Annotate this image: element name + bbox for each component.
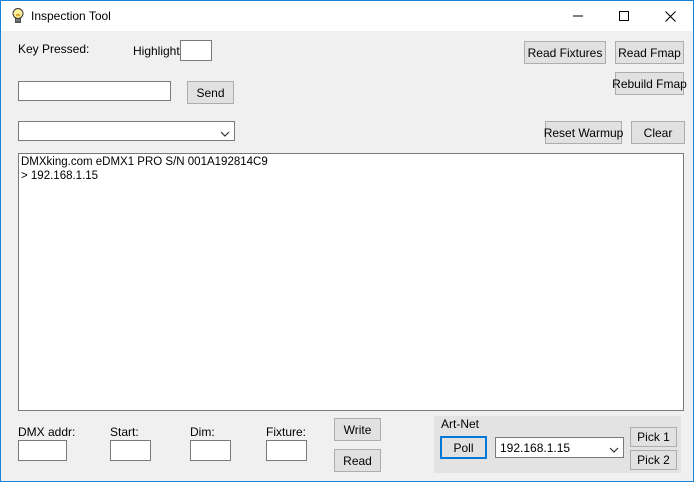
title-bar[interactable]: Inspection Tool bbox=[1, 1, 693, 31]
minimize-button[interactable] bbox=[555, 1, 601, 31]
log-line: DMXking.com eDMX1 PRO S/N 001A192814C9 bbox=[21, 156, 268, 168]
output-log[interactable]: DMXking.com eDMX1 PRO S/N 001A192814C9 >… bbox=[18, 153, 684, 411]
dim-label: Dim: bbox=[190, 425, 215, 439]
key-pressed-label: Key Pressed: bbox=[18, 42, 90, 56]
clear-button[interactable]: Clear bbox=[631, 121, 685, 144]
command-dropdown[interactable] bbox=[18, 121, 235, 141]
rebuild-fmap-button[interactable]: Rebuild Fmap bbox=[612, 72, 687, 95]
fixture-input[interactable] bbox=[266, 440, 307, 461]
highlight-input[interactable] bbox=[180, 40, 212, 61]
close-button[interactable] bbox=[647, 1, 693, 31]
read-fixtures-button[interactable]: Read Fixtures bbox=[524, 41, 606, 64]
read-fmap-button[interactable]: Read Fmap bbox=[615, 41, 684, 64]
reset-warmup-button[interactable]: Reset Warmup bbox=[544, 121, 623, 144]
highlight-label: Highlight: bbox=[133, 44, 184, 58]
poll-button[interactable]: Poll bbox=[440, 436, 487, 459]
artnet-group: Art-Net Poll 192.168.1.15 Pick 1 Pick 2 bbox=[434, 416, 681, 473]
chevron-down-icon bbox=[220, 127, 230, 141]
send-button[interactable]: Send bbox=[187, 81, 234, 104]
start-input[interactable] bbox=[110, 440, 151, 461]
dmx-addr-input[interactable] bbox=[18, 440, 67, 461]
artnet-group-label: Art-Net bbox=[441, 417, 480, 431]
pick-2-button[interactable]: Pick 2 bbox=[630, 450, 677, 470]
start-label: Start: bbox=[110, 425, 139, 439]
lightbulb-icon bbox=[10, 7, 26, 25]
minimize-icon bbox=[573, 11, 583, 21]
fixture-label: Fixture: bbox=[266, 425, 307, 439]
chevron-down-icon bbox=[609, 443, 619, 457]
close-icon bbox=[664, 10, 676, 22]
write-button[interactable]: Write bbox=[334, 418, 381, 441]
maximize-button[interactable] bbox=[601, 1, 647, 31]
command-input[interactable] bbox=[18, 81, 171, 101]
artnet-ip-dropdown[interactable]: 192.168.1.15 bbox=[495, 437, 624, 458]
inspection-tool-window: Inspection Tool Key Pressed: Highlight: … bbox=[0, 0, 694, 482]
window-title: Inspection Tool bbox=[31, 9, 111, 23]
log-line: > 192.168.1.15 bbox=[21, 169, 99, 182]
pick-1-button[interactable]: Pick 1 bbox=[630, 427, 677, 447]
maximize-icon bbox=[619, 11, 629, 21]
artnet-ip-value: 192.168.1.15 bbox=[500, 441, 571, 455]
dmx-addr-label: DMX addr: bbox=[18, 425, 76, 439]
dim-input[interactable] bbox=[190, 440, 231, 461]
read-button[interactable]: Read bbox=[334, 449, 381, 472]
